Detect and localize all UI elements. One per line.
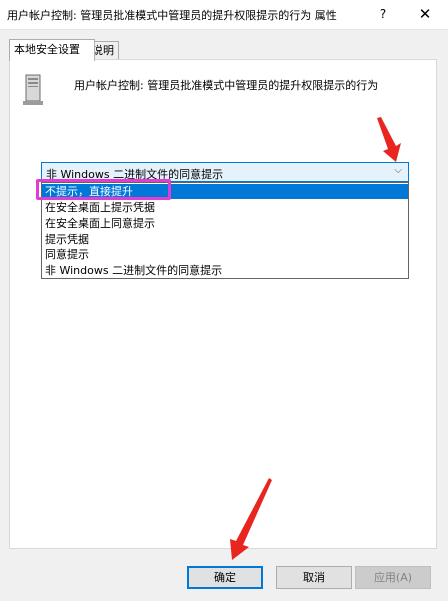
close-button[interactable]: ✕: [402, 0, 448, 29]
dropdown-option[interactable]: 非 Windows 二进制文件的同意提示: [42, 263, 408, 278]
tab-local-security-setting[interactable]: 本地安全设置: [9, 39, 95, 61]
chevron-down-icon[interactable]: ⌵: [394, 165, 402, 176]
dropdown-option[interactable]: 提示凭据: [42, 232, 408, 247]
computer-icon: [23, 74, 43, 105]
apply-button[interactable]: 应用(A): [355, 566, 431, 589]
highlight-annotation: [36, 179, 171, 200]
dropdown-option[interactable]: 在安全桌面上同意提示: [42, 216, 408, 231]
tab-panel: [9, 59, 437, 549]
help-button[interactable]: ?: [360, 0, 406, 29]
ok-button[interactable]: 确定: [187, 566, 263, 589]
dropdown-option[interactable]: 在安全桌面上提示凭据: [42, 200, 408, 215]
window-title: 用户帐户控制: 管理员批准模式中管理员的提升权限提示的行为 属性: [7, 9, 337, 22]
cancel-button[interactable]: 取消: [276, 566, 352, 589]
policy-description: 用户帐户控制: 管理员批准模式中管理员的提升权限提示的行为: [74, 79, 379, 92]
title-bar: 用户帐户控制: 管理员批准模式中管理员的提升权限提示的行为 属性 ? ✕: [0, 0, 448, 30]
dropdown-option[interactable]: 同意提示: [42, 247, 408, 262]
